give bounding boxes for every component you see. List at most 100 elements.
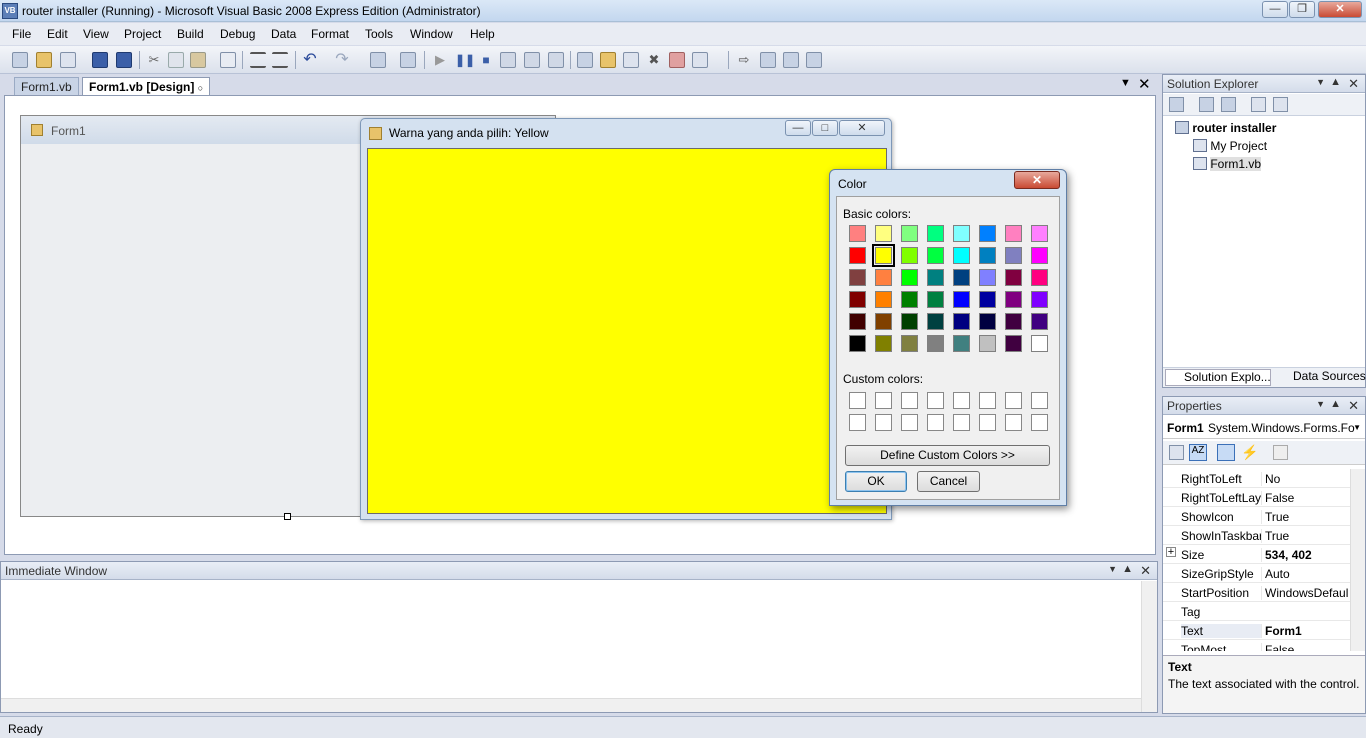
basic-color-swatch[interactable] xyxy=(1031,269,1048,286)
menu-help[interactable]: Help xyxy=(470,27,495,41)
basic-color-swatch[interactable] xyxy=(1031,225,1048,242)
save-icon[interactable] xyxy=(92,52,108,68)
dropdown-icon[interactable]: ▼ xyxy=(1108,564,1117,574)
basic-color-swatch[interactable] xyxy=(979,313,996,330)
close-icon[interactable]: ✕ xyxy=(1348,76,1359,92)
custom-color-swatch[interactable] xyxy=(875,392,892,409)
output-icon[interactable] xyxy=(692,52,708,68)
step-out-icon[interactable] xyxy=(548,52,564,68)
custom-color-swatch[interactable] xyxy=(1005,414,1022,431)
misc-toolbar-icon[interactable] xyxy=(806,52,822,68)
properties-view-icon[interactable] xyxy=(1217,444,1235,461)
basic-color-swatch[interactable] xyxy=(849,291,866,308)
close-button[interactable]: ✕ xyxy=(1318,1,1362,18)
basic-color-swatch[interactable] xyxy=(953,313,970,330)
close-document-icon[interactable]: ✕ xyxy=(1138,75,1151,93)
object-selector[interactable]: Form1 System.Windows.Forms.Fo ▼ xyxy=(1163,417,1365,439)
step-into-icon[interactable] xyxy=(500,52,516,68)
basic-color-swatch[interactable] xyxy=(1005,247,1022,264)
basic-color-swatch[interactable] xyxy=(927,335,944,352)
tab-data-sources[interactable]: Data Sources xyxy=(1275,369,1366,386)
navigate-backward-icon[interactable] xyxy=(370,52,386,68)
property-row[interactable]: SizeGripStyle Auto xyxy=(1163,564,1365,583)
tab-form1-design[interactable]: Form1.vb [Design] ○ xyxy=(82,77,211,96)
define-custom-colors-button[interactable]: Define Custom Colors >> xyxy=(845,445,1050,466)
basic-color-swatch[interactable] xyxy=(875,335,892,352)
custom-color-swatch[interactable] xyxy=(875,414,892,431)
basic-color-swatch[interactable] xyxy=(1005,335,1022,352)
menu-view[interactable]: View xyxy=(83,27,109,41)
uncomment-icon[interactable] xyxy=(272,52,288,68)
menu-data[interactable]: Data xyxy=(271,27,296,41)
menu-debug[interactable]: Debug xyxy=(220,27,255,41)
basic-color-swatch[interactable] xyxy=(901,247,918,264)
property-pages-icon[interactable] xyxy=(1273,445,1288,460)
show-all-files-icon[interactable] xyxy=(1199,97,1214,112)
running-maximize-button[interactable]: □ xyxy=(812,120,838,136)
basic-color-swatch[interactable] xyxy=(1005,269,1022,286)
property-scrollbar[interactable] xyxy=(1350,469,1365,651)
pause-icon[interactable]: ❚❚ xyxy=(455,52,475,68)
alphabetical-icon[interactable]: AZ xyxy=(1189,444,1207,461)
basic-color-swatch[interactable] xyxy=(849,335,866,352)
basic-color-swatch[interactable] xyxy=(1031,335,1048,352)
custom-color-swatch[interactable] xyxy=(1031,414,1048,431)
custom-color-swatch[interactable] xyxy=(953,392,970,409)
object-browser-icon[interactable] xyxy=(623,52,639,68)
window-layout-icon[interactable] xyxy=(783,52,799,68)
basic-color-swatch[interactable] xyxy=(927,225,944,242)
basic-color-swatch[interactable] xyxy=(875,313,892,330)
custom-color-swatch[interactable] xyxy=(901,392,918,409)
custom-color-swatch[interactable] xyxy=(979,392,996,409)
basic-color-swatch[interactable] xyxy=(872,244,895,267)
minimize-button[interactable]: — xyxy=(1262,1,1288,18)
properties-icon[interactable] xyxy=(1169,97,1184,112)
basic-color-swatch[interactable] xyxy=(849,269,866,286)
dropdown-icon[interactable]: ▼ xyxy=(1316,77,1325,87)
property-row[interactable]: TopMost False xyxy=(1163,640,1365,651)
menu-build[interactable]: Build xyxy=(177,27,204,41)
error-list-icon[interactable] xyxy=(669,52,685,68)
resize-handle[interactable] xyxy=(284,513,291,520)
basic-color-swatch[interactable] xyxy=(849,247,866,264)
running-minimize-button[interactable]: — xyxy=(785,120,811,136)
property-row[interactable]: Text Form1 xyxy=(1163,621,1365,640)
custom-color-swatch[interactable] xyxy=(927,392,944,409)
menu-project[interactable]: Project xyxy=(124,27,161,41)
immediate-window[interactable]: Immediate Window ▼ ▲ ✕ xyxy=(0,561,1158,713)
custom-color-swatch[interactable] xyxy=(901,414,918,431)
open-folder-icon[interactable] xyxy=(36,52,52,68)
basic-color-swatch[interactable] xyxy=(953,269,970,286)
basic-color-swatch[interactable] xyxy=(927,291,944,308)
ok-button[interactable]: OK xyxy=(845,471,907,492)
running-close-button[interactable]: ✕ xyxy=(839,120,885,136)
basic-color-swatch[interactable] xyxy=(901,335,918,352)
add-item-icon[interactable] xyxy=(60,52,76,68)
basic-color-swatch[interactable] xyxy=(979,335,996,352)
undo-icon[interactable]: ↶ xyxy=(302,52,318,68)
find-icon[interactable] xyxy=(220,52,236,68)
restore-button[interactable]: ❐ xyxy=(1289,1,1315,18)
basic-color-swatch[interactable] xyxy=(901,313,918,330)
vertical-scrollbar[interactable] xyxy=(1141,581,1157,712)
custom-color-swatch[interactable] xyxy=(979,414,996,431)
property-row[interactable]: StartPosition WindowsDefaul xyxy=(1163,583,1365,602)
basic-color-swatch[interactable] xyxy=(979,247,996,264)
basic-color-swatch[interactable] xyxy=(875,291,892,308)
custom-color-swatch[interactable] xyxy=(1031,392,1048,409)
basic-color-swatch[interactable] xyxy=(979,291,996,308)
stop-icon[interactable]: ■ xyxy=(478,52,494,68)
menu-file[interactable]: File xyxy=(12,27,31,41)
property-row[interactable]: ShowInTaskbar True xyxy=(1163,526,1365,545)
close-icon[interactable]: ✕ xyxy=(1348,398,1359,414)
basic-color-swatch[interactable] xyxy=(901,291,918,308)
basic-color-swatch[interactable] xyxy=(953,247,970,264)
basic-color-swatch[interactable] xyxy=(875,225,892,242)
view-code-icon[interactable] xyxy=(1251,97,1266,112)
copy-icon[interactable] xyxy=(168,52,184,68)
tab-dropdown-icon[interactable]: ▼ xyxy=(1120,77,1131,89)
new-project-icon[interactable] xyxy=(12,52,28,68)
tree-item-my-project[interactable]: My Project xyxy=(1193,139,1267,153)
basic-color-swatch[interactable] xyxy=(953,335,970,352)
pin-icon[interactable]: ▲ xyxy=(1122,563,1133,575)
